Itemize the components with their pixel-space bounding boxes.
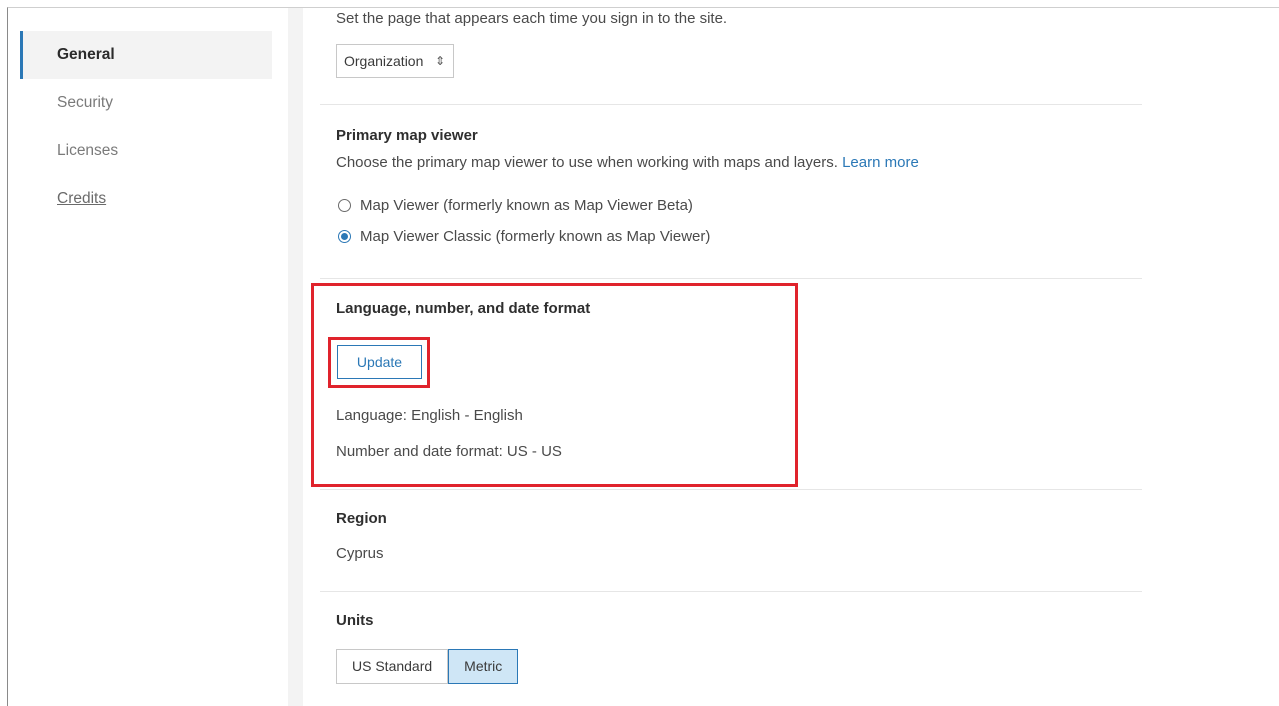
map-viewer-description: Choose the primary map viewer to use whe…: [336, 154, 919, 171]
home-page-select[interactable]: Organization ⇕: [336, 44, 454, 78]
sidebar-item-credits-label[interactable]: Credits: [57, 190, 106, 207]
region-value: Cyprus: [336, 545, 384, 562]
learn-more-link[interactable]: Learn more: [842, 154, 919, 171]
home-page-description: Set the page that appears each time you …: [336, 10, 728, 27]
radio-label: Map Viewer Classic (formerly known as Ma…: [360, 228, 711, 245]
radio-option-map-viewer[interactable]: Map Viewer (formerly known as Map Viewer…: [338, 197, 693, 214]
map-viewer-title: Primary map viewer: [336, 127, 478, 144]
radio-option-map-viewer-classic[interactable]: Map Viewer Classic (formerly known as Ma…: [338, 228, 710, 245]
radio-button-selected[interactable]: [338, 230, 351, 243]
sidebar-item-credits[interactable]: Credits: [20, 175, 272, 223]
units-toggle: US Standard Metric: [336, 649, 519, 684]
section-divider: [320, 489, 1142, 490]
section-divider: [320, 104, 1142, 105]
sidebar-item-licenses[interactable]: Licenses: [20, 127, 272, 175]
units-metric-button[interactable]: Metric: [448, 649, 519, 684]
map-viewer-description-text: Choose the primary map viewer to use whe…: [336, 154, 838, 171]
section-divider: [320, 278, 1142, 279]
radio-button[interactable]: [338, 199, 351, 212]
region-title: Region: [336, 510, 387, 527]
units-title: Units: [336, 612, 374, 629]
updown-arrow-icon: ⇕: [434, 54, 445, 68]
highlight-box-update: [328, 337, 430, 388]
sidebar-item-general[interactable]: General: [20, 31, 272, 79]
radio-label: Map Viewer (formerly known as Map Viewer…: [360, 197, 693, 214]
home-page-select-value: Organization: [344, 53, 424, 69]
settings-sidebar: General Security Licenses Credits: [20, 31, 272, 223]
section-divider: [320, 591, 1142, 592]
sidebar-item-security[interactable]: Security: [20, 79, 272, 127]
units-us-standard-button[interactable]: US Standard: [336, 649, 449, 684]
